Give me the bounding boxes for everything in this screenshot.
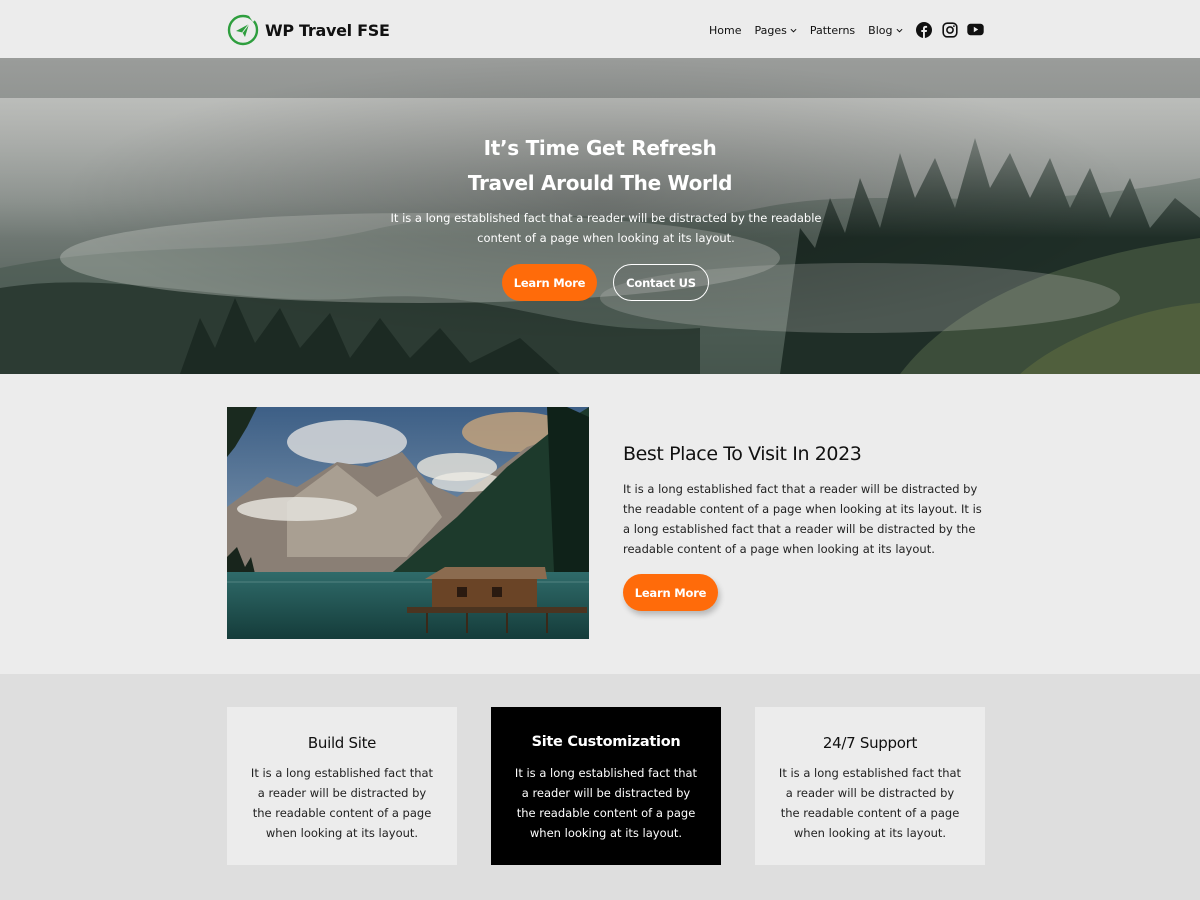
- hero-title-line2: Travel Arould The World: [467, 171, 733, 195]
- nav-item-pages[interactable]: Pages: [754, 24, 797, 37]
- nav-item-patterns[interactable]: Patterns: [810, 24, 855, 37]
- nav-item-home[interactable]: Home: [709, 24, 741, 37]
- service-card-title: Build Site: [307, 734, 377, 752]
- hero-title-line1: It’s Time Get Refresh: [483, 136, 717, 160]
- nav-item-blog[interactable]: Blog: [868, 24, 902, 37]
- service-card-build-site: Build Site It is a long established fact…: [227, 707, 457, 865]
- feature-section: Best Place To Visit In 2023 It is a long…: [0, 374, 1200, 674]
- lake-cabin-image: [227, 407, 589, 639]
- feature-title: Best Place To Visit In 2023: [623, 443, 862, 465]
- brand[interactable]: WP Travel FSE: [227, 14, 390, 46]
- service-card-text: It is a long established fact that a rea…: [514, 766, 698, 840]
- youtube-link[interactable]: [967, 21, 984, 38]
- service-card-support: 24/7 Support It is a long established fa…: [755, 707, 985, 865]
- instagram-icon: [941, 21, 958, 38]
- feature-learn-more-button[interactable]: Learn More: [623, 574, 718, 611]
- social-links: [915, 21, 993, 38]
- hero-banner: It’s Time Get Refresh Travel Arould The …: [0, 58, 1200, 374]
- service-card-site-customization: Site Customization It is a long establis…: [491, 707, 721, 865]
- services-section: Build Site It is a long established fact…: [0, 674, 1200, 900]
- main-nav: Home Pages Patterns Blog: [709, 21, 916, 39]
- service-card-title: 24/7 Support: [822, 734, 918, 752]
- service-card-title: Site Customization: [531, 734, 681, 750]
- chevron-down-icon: [896, 28, 902, 33]
- hero-learn-more-button[interactable]: Learn More: [502, 264, 597, 301]
- nav-item-label[interactable]: Blog: [868, 24, 892, 37]
- feature-description: It is a long established fact that a rea…: [623, 482, 982, 556]
- nav-item-label[interactable]: Home: [709, 24, 741, 37]
- site-title[interactable]: WP Travel FSE: [265, 21, 390, 40]
- youtube-icon: [967, 23, 984, 36]
- service-card-text: It is a long established fact that a rea…: [250, 766, 434, 840]
- facebook-link[interactable]: [915, 21, 932, 38]
- hero-description: It is a long established fact that a rea…: [390, 211, 822, 245]
- hero-contact-button[interactable]: Contact US: [613, 264, 709, 301]
- paper-plane-logo-icon: [227, 14, 259, 46]
- nav-item-label[interactable]: Patterns: [810, 24, 855, 37]
- instagram-link[interactable]: [941, 21, 958, 38]
- chevron-down-icon: [790, 28, 797, 33]
- facebook-icon: [915, 21, 932, 38]
- nav-item-label[interactable]: Pages: [754, 24, 786, 37]
- site-header: WP Travel FSE Home Pages Patterns Blog: [0, 0, 1200, 58]
- service-card-text: It is a long established fact that a rea…: [778, 766, 962, 840]
